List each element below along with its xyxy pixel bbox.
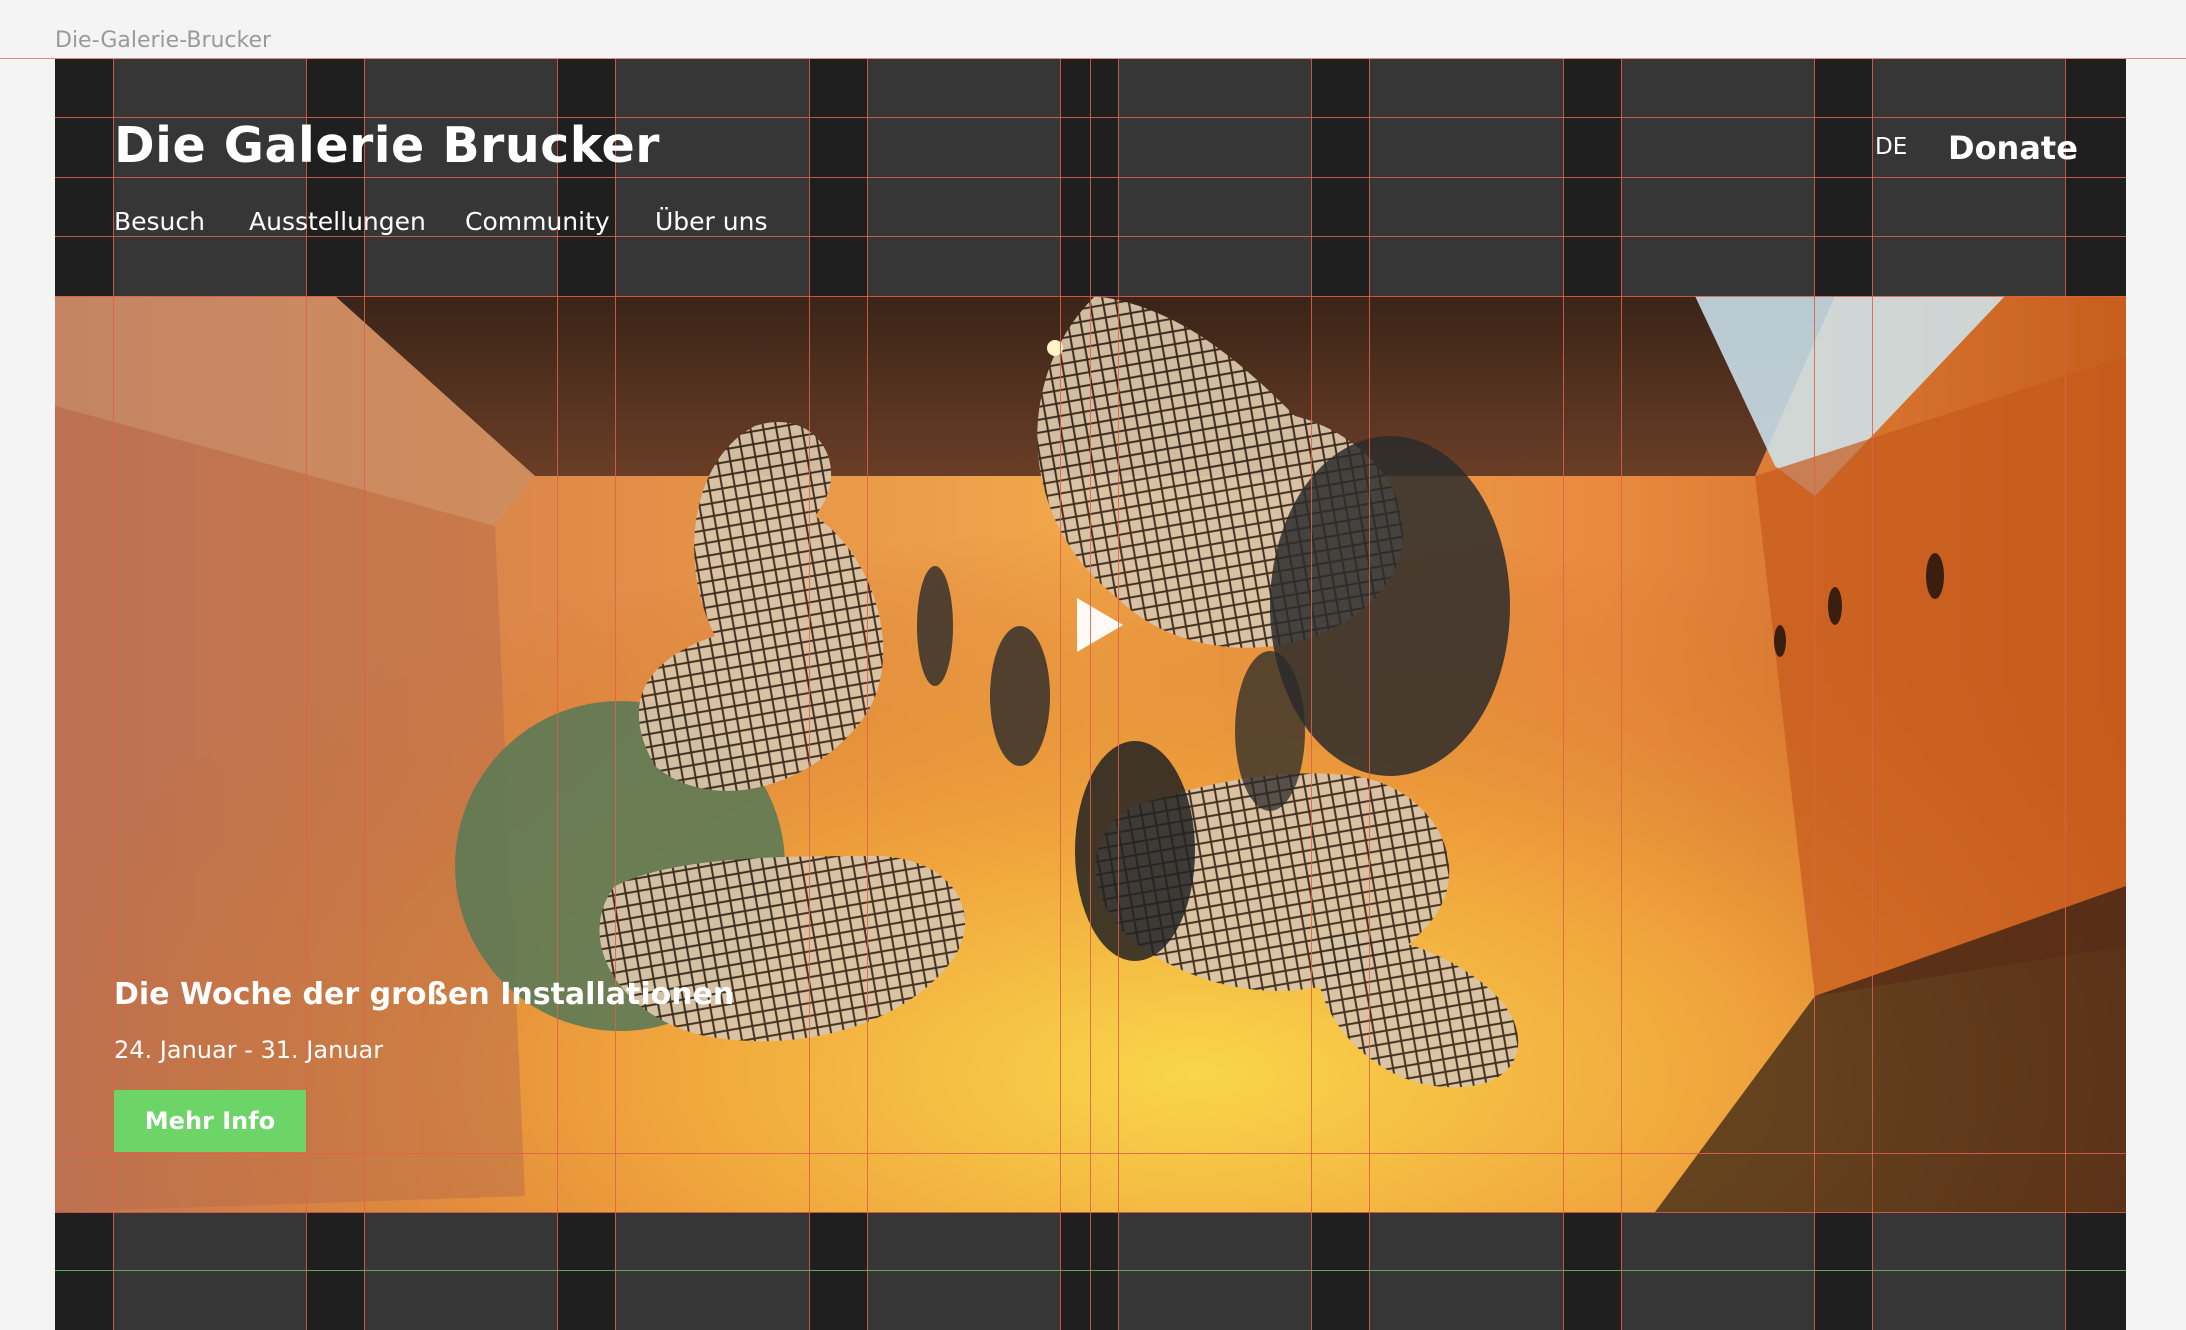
guide-line	[1090, 59, 1091, 1330]
guide-line	[867, 59, 868, 1330]
hero-title: Die Woche der großen Installationen	[114, 977, 735, 1012]
nav-item-ausstellungen[interactable]: Ausstellungen	[249, 207, 426, 236]
guide-line	[1060, 59, 1061, 1330]
page-frame: Die Galerie Brucker DE Donate Besuch Aus…	[55, 59, 2126, 1330]
hero-dates: 24. Januar - 31. Januar	[114, 1036, 384, 1064]
guide-line	[615, 59, 616, 1330]
guide-line	[1872, 59, 1873, 1330]
guide-line	[809, 59, 810, 1330]
guide-line	[306, 59, 307, 1330]
nav-item-besuch[interactable]: Besuch	[114, 207, 205, 236]
guide-line	[55, 236, 2126, 237]
guide-line	[2065, 59, 2066, 1330]
guide-line	[1814, 59, 1815, 1330]
guide-line	[1563, 59, 1564, 1330]
language-switch[interactable]: DE	[1875, 134, 1907, 160]
guide-line	[55, 1212, 2126, 1213]
guide-line	[55, 1153, 2126, 1154]
guide-line	[55, 177, 2126, 178]
site-logo[interactable]: Die Galerie Brucker	[114, 117, 660, 174]
guide-line	[1311, 59, 1312, 1330]
guide-line	[55, 296, 2126, 297]
guide-line	[1118, 59, 1119, 1330]
guide-line	[1621, 59, 1622, 1330]
frame-label: Die-Galerie-Brucker	[55, 28, 272, 53]
mehr-info-button[interactable]: Mehr Info	[114, 1090, 306, 1152]
nav-item-ueber-uns[interactable]: Über uns	[655, 207, 768, 236]
guide-line-green	[55, 1270, 2126, 1271]
donate-link[interactable]: Donate	[1948, 129, 2078, 167]
guide-line	[557, 59, 558, 1330]
guide-line	[1369, 59, 1370, 1330]
guide-line	[364, 59, 365, 1330]
nav-item-community[interactable]: Community	[465, 207, 610, 236]
